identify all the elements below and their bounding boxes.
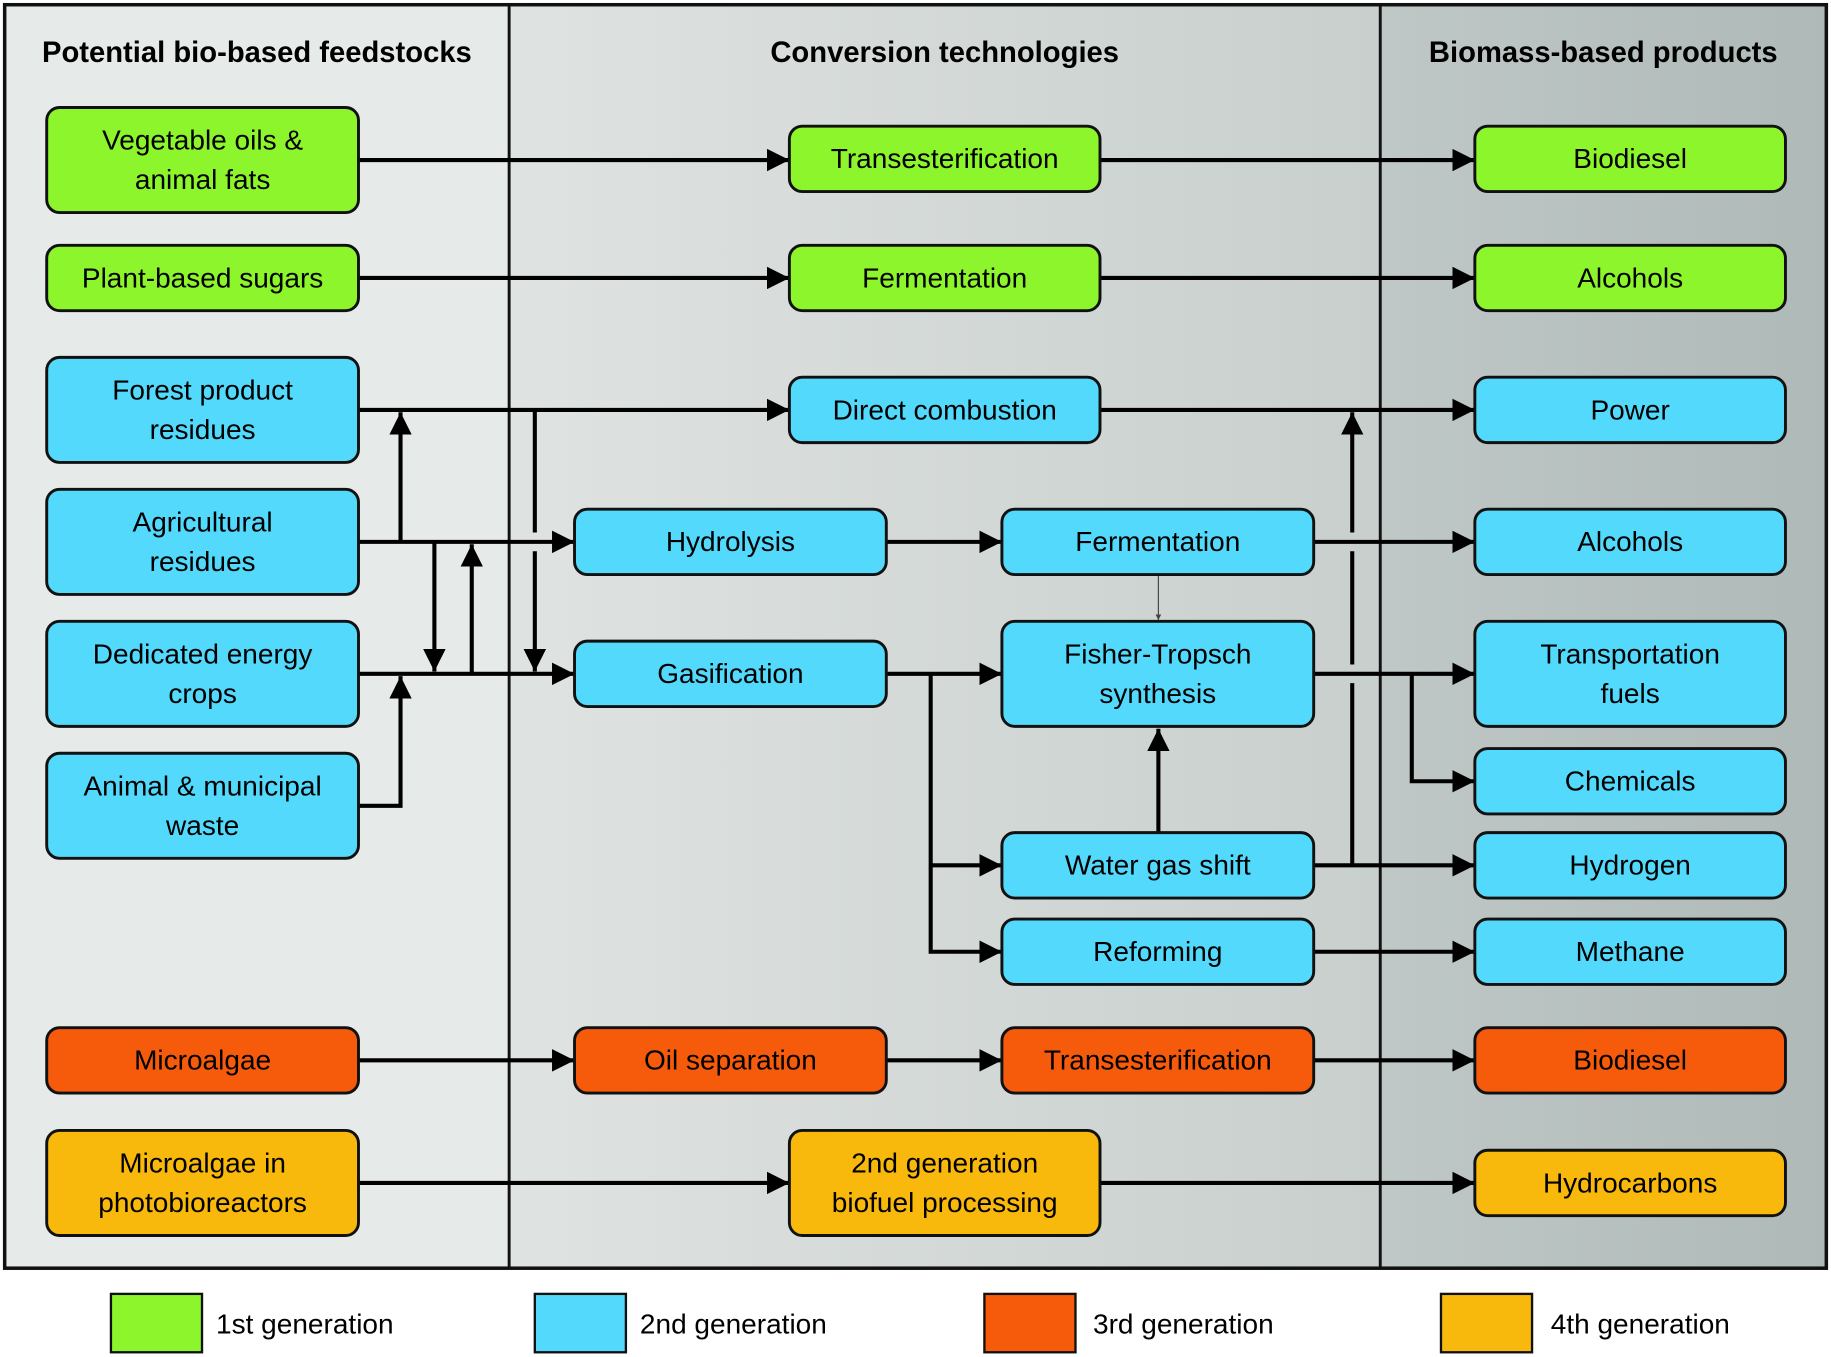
node-power: Power [1473,375,1787,445]
legend-item: 4th generation [1439,1292,1730,1354]
node-label: Chemicals [1565,766,1696,797]
node-transest1: Transesterification [787,124,1102,194]
node-hydrocarbons: Hydrocarbons [1473,1148,1787,1218]
node-label: photobioreactors [98,1187,307,1218]
node-box [45,106,360,215]
node-box [45,751,360,860]
node-box [787,1128,1102,1237]
node-label: Agricultural [133,506,273,537]
node-microalgae-pbr: Microalgae in photobioreactors [45,1128,360,1237]
node-biodiesel2: Biodiesel [1473,1026,1787,1095]
node-label: Water gas shift [1065,850,1251,881]
node-gen2proc: 2nd generation biofuel processing [787,1128,1102,1237]
node-label: Transesterification [1044,1045,1272,1076]
node-alcohols2: Alcohols [1473,507,1787,577]
node-plant-sugars: Plant-based sugars [45,243,360,313]
node-hydrogen: Hydrogen [1473,831,1787,900]
node-methane: Methane [1473,917,1787,986]
node-reforming: Reforming [1000,917,1316,986]
node-label: Biodiesel [1573,143,1687,174]
node-label: Alcohols [1577,526,1683,557]
node-animal: Animal & municipal waste [45,751,360,860]
node-label: biofuel processing [832,1187,1058,1218]
node-label: Dedicated energy [93,638,313,669]
legend-label: 2nd generation [640,1309,827,1340]
node-label: Fermentation [862,262,1027,293]
node-label: Direct combustion [833,394,1057,425]
node-biodiesel1: Biodiesel [1473,124,1787,194]
node-alcohols1: Alcohols [1473,243,1787,313]
node-oil-sep: Oil separation [573,1026,888,1095]
node-label: Alcohols [1577,262,1683,293]
column-title-feedstocks: Potential bio-based feedstocks [42,37,472,69]
node-ferment1: Fermentation [787,243,1102,313]
node-transest2: Transesterification [1000,1026,1316,1095]
node-transport: Transportation fuels [1473,619,1787,728]
node-label: residues [150,546,256,577]
legend-item: 3rd generation [983,1292,1274,1354]
node-veg-oils: Vegetable oils & animal fats [45,106,360,215]
node-fischer: Fisher-Tropsch synthesis [1000,619,1316,728]
node-forest: Forest product residues [45,355,360,464]
node-box [45,1128,360,1237]
node-label: Vegetable oils & [102,125,303,156]
node-gasification: Gasification [573,639,888,708]
node-label: Hydrogen [1569,850,1690,881]
node-wgs: Water gas shift [1000,831,1316,900]
node-label: Transesterification [831,143,1059,174]
node-dedicated: Dedicated energy crops [45,619,360,728]
legend-label: 1st generation [216,1309,394,1340]
biomass-conversion-diagram: Potential bio-based feedstocks Conversio… [2,2,1829,1354]
legend-item: 2nd generation [533,1292,827,1354]
node-label: Oil separation [644,1045,817,1076]
node-label: Methane [1576,936,1685,967]
node-box [45,355,360,464]
node-label: waste [165,810,239,841]
node-label: animal fats [135,164,270,195]
node-label: Animal & municipal [83,770,321,801]
node-ferment2: Fermentation [1000,507,1316,577]
legend-swatch [109,1292,204,1354]
node-box [45,487,360,596]
node-label: Forest product [112,374,293,405]
node-chemicals: Chemicals [1473,747,1787,816]
node-microalgae: Microalgae [45,1026,360,1095]
node-label: Power [1590,394,1669,425]
legend-swatch [983,1292,1077,1354]
legend-item: 1st generation [109,1292,394,1354]
node-label: Microalgae in [119,1147,286,1178]
node-label: Reforming [1093,936,1222,967]
node-label: fuels [1601,678,1660,709]
node-label: Fermentation [1075,526,1240,557]
node-label: crops [168,678,237,709]
legend-swatch [1439,1292,1534,1354]
node-agri: Agricultural residues [45,487,360,596]
legend-label: 4th generation [1551,1309,1730,1340]
node-box [1000,619,1316,728]
node-label: Plant-based sugars [82,262,323,293]
node-label: Fisher-Tropsch [1064,638,1251,669]
legend-label: 3rd generation [1093,1309,1274,1340]
legend-swatch [533,1292,628,1354]
node-label: residues [150,414,256,445]
node-label: Hydrocarbons [1543,1167,1717,1198]
legend: 1st generation 2nd generation 3rd generati… [109,1292,1730,1354]
node-label: Gasification [657,658,803,689]
node-hydrolysis: Hydrolysis [573,507,888,577]
column-title-conversion: Conversion technologies [770,37,1119,69]
node-label: synthesis [1099,678,1216,709]
column-title-products: Biomass-based products [1429,37,1778,69]
node-combustion: Direct combustion [787,375,1102,445]
node-label: Hydrolysis [666,526,795,557]
node-label: 2nd generation [851,1147,1038,1178]
node-label: Microalgae [134,1045,271,1076]
node-box [1473,619,1787,728]
node-box [45,619,360,728]
node-label: Transportation [1540,638,1720,669]
node-label: Biodiesel [1573,1045,1687,1076]
